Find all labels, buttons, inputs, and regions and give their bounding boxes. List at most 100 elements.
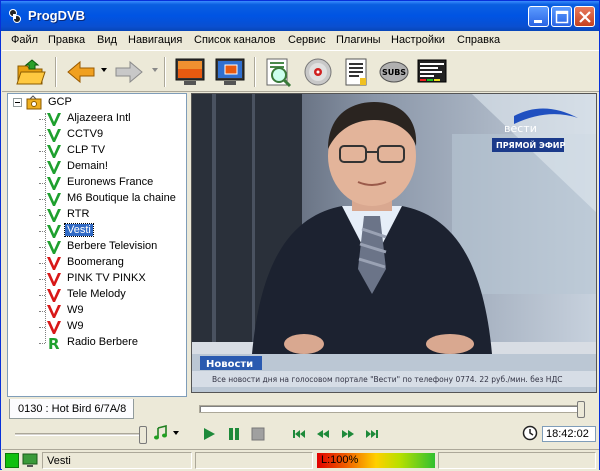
channel-list-item[interactable]: Boomerang xyxy=(8,255,186,271)
channel-name: Demain! xyxy=(67,160,108,172)
teletext-icon[interactable] xyxy=(416,56,448,88)
channel-name: CLP TV xyxy=(67,144,106,156)
menu-view[interactable]: Вид xyxy=(97,34,117,46)
lock-status-indicator xyxy=(5,453,19,468)
tree-connector xyxy=(39,295,45,296)
back-arrow-icon[interactable] xyxy=(65,56,97,88)
subtitles-icon[interactable]: SUBS xyxy=(378,56,410,88)
record-disc-icon[interactable] xyxy=(302,56,334,88)
v-red-icon xyxy=(46,271,62,287)
audio-track-music-note-icon[interactable] xyxy=(153,424,169,441)
tree-connector xyxy=(39,119,45,120)
channel-name: Tele Melody xyxy=(67,288,126,300)
tree-connector xyxy=(39,231,45,232)
r-radio-icon: R xyxy=(46,335,62,353)
video-frame: вести ПРЯМОЙ ЭФИР Новости Все новости дн… xyxy=(192,94,596,392)
tv-monitor-icon[interactable] xyxy=(174,56,206,88)
v-red-icon xyxy=(46,319,62,335)
back-dropdown-arrow-icon[interactable] xyxy=(101,68,107,72)
tv-window-icon[interactable] xyxy=(214,56,246,88)
play-icon[interactable] xyxy=(202,427,216,441)
menu-help[interactable]: Справка xyxy=(457,34,500,46)
channel-name: W9 xyxy=(67,320,84,332)
video-display[interactable]: вести ПРЯМОЙ ЭФИР Новости Все новости дн… xyxy=(191,93,597,393)
close-button[interactable] xyxy=(574,6,595,27)
open-folder-icon[interactable] xyxy=(15,56,47,88)
menu-edit[interactable]: Правка xyxy=(48,34,85,46)
menu-plugins[interactable]: Плагины xyxy=(336,34,381,46)
fast-forward-icon[interactable] xyxy=(341,427,355,441)
tree-root-gcp[interactable]: GCP xyxy=(8,95,186,111)
tree-connector xyxy=(39,327,45,328)
channel-list-item[interactable]: M6 Boutique la chaine xyxy=(8,191,186,207)
time-display: 18:42:02 xyxy=(542,426,596,442)
menu-channel-list[interactable]: Список каналов xyxy=(194,34,276,46)
v-checkmark-icon xyxy=(46,175,62,191)
progdvb-window: ProgDVB Файл Правка Вид Навигация Список… xyxy=(0,0,600,470)
v-checkmark-icon xyxy=(46,127,62,143)
channel-list-item[interactable]: Tele Melody xyxy=(8,287,186,303)
ticker-text: Все новости дня на голосовом портале "Ве… xyxy=(212,375,563,384)
volume-track[interactable] xyxy=(15,433,139,436)
title-bar[interactable]: ProgDVB xyxy=(1,1,599,31)
seek-thumb[interactable] xyxy=(577,401,585,418)
menu-service[interactable]: Сервис xyxy=(288,34,326,46)
v-checkmark-icon xyxy=(46,159,62,175)
epg-magnifier-icon[interactable] xyxy=(262,56,294,88)
tree-connector xyxy=(39,343,45,344)
channel-list-item[interactable]: W9 xyxy=(8,319,186,335)
channel-name: Vesti xyxy=(64,223,94,237)
skip-to-start-icon[interactable] xyxy=(292,427,306,441)
tree-collapse-toggle[interactable] xyxy=(13,98,22,107)
v-red-icon xyxy=(46,287,62,303)
current-time: 18:42:02 xyxy=(546,428,589,440)
channel-list-item[interactable]: R Radio Berbere xyxy=(8,335,186,353)
menu-navigation[interactable]: Навигация xyxy=(128,34,182,46)
tree-connector xyxy=(39,151,45,152)
channel-name: Aljazeera Intl xyxy=(67,112,131,124)
skip-to-end-icon[interactable] xyxy=(365,427,379,441)
forward-arrow-icon[interactable] xyxy=(113,56,145,88)
status-empty-panel xyxy=(195,452,313,469)
channel-list-item[interactable]: CCTV9 xyxy=(8,127,186,143)
tree-connector xyxy=(39,199,45,200)
menu-bar: Файл Правка Вид Навигация Список каналов… xyxy=(2,31,599,50)
stop-icon[interactable] xyxy=(251,427,265,441)
status-extra-panel xyxy=(438,452,596,469)
document-list-icon[interactable] xyxy=(340,56,372,88)
forward-dropdown-arrow-icon[interactable] xyxy=(152,68,158,72)
volume-slider[interactable] xyxy=(15,426,147,444)
volume-thumb[interactable] xyxy=(139,426,147,444)
channel-list-item[interactable]: Euronews France xyxy=(8,175,186,191)
tab-transponder[interactable]: 0130 : Hot Bird 6/7A/8 xyxy=(9,399,134,419)
channel-name: RTR xyxy=(67,208,90,220)
subs-label: SUBS xyxy=(382,68,406,77)
status-channel-name: Vesti xyxy=(47,455,71,467)
satellite-folder-icon xyxy=(26,95,42,111)
tree-connector xyxy=(39,311,45,312)
menu-settings[interactable]: Настройки xyxy=(391,34,445,46)
channel-list-item[interactable]: RTR xyxy=(8,207,186,223)
seek-bar[interactable] xyxy=(199,401,589,419)
maximize-button[interactable] xyxy=(551,6,572,27)
tv-status-icon xyxy=(22,453,38,468)
tree-connector xyxy=(39,215,45,216)
channel-list-item[interactable]: W9 xyxy=(8,303,186,319)
minimize-button[interactable] xyxy=(528,6,549,27)
channel-list-item[interactable]: Vesti xyxy=(8,223,186,239)
audio-track-dropdown-arrow-icon[interactable] xyxy=(173,431,179,435)
channel-tree[interactable]: GCP Aljazeera Intl CCTV9 CLP TV Demain! Euro… xyxy=(7,93,187,397)
v-red-icon xyxy=(46,255,62,271)
rewind-icon[interactable] xyxy=(316,427,330,441)
channel-name: Radio Berbere xyxy=(67,336,138,348)
pause-icon[interactable] xyxy=(227,427,241,441)
window-title: ProgDVB xyxy=(28,8,86,23)
channel-list-item[interactable]: CLP TV xyxy=(8,143,186,159)
channel-list-item[interactable]: Aljazeera Intl xyxy=(8,111,186,127)
seek-track[interactable] xyxy=(199,405,581,413)
channel-list-item[interactable]: Demain! xyxy=(8,159,186,175)
menu-file[interactable]: Файл xyxy=(11,34,38,46)
channel-list-item[interactable]: Berbere Television xyxy=(8,239,186,255)
clock-icon[interactable] xyxy=(522,425,538,441)
channel-list-item[interactable]: PINK TV PINKX xyxy=(8,271,186,287)
